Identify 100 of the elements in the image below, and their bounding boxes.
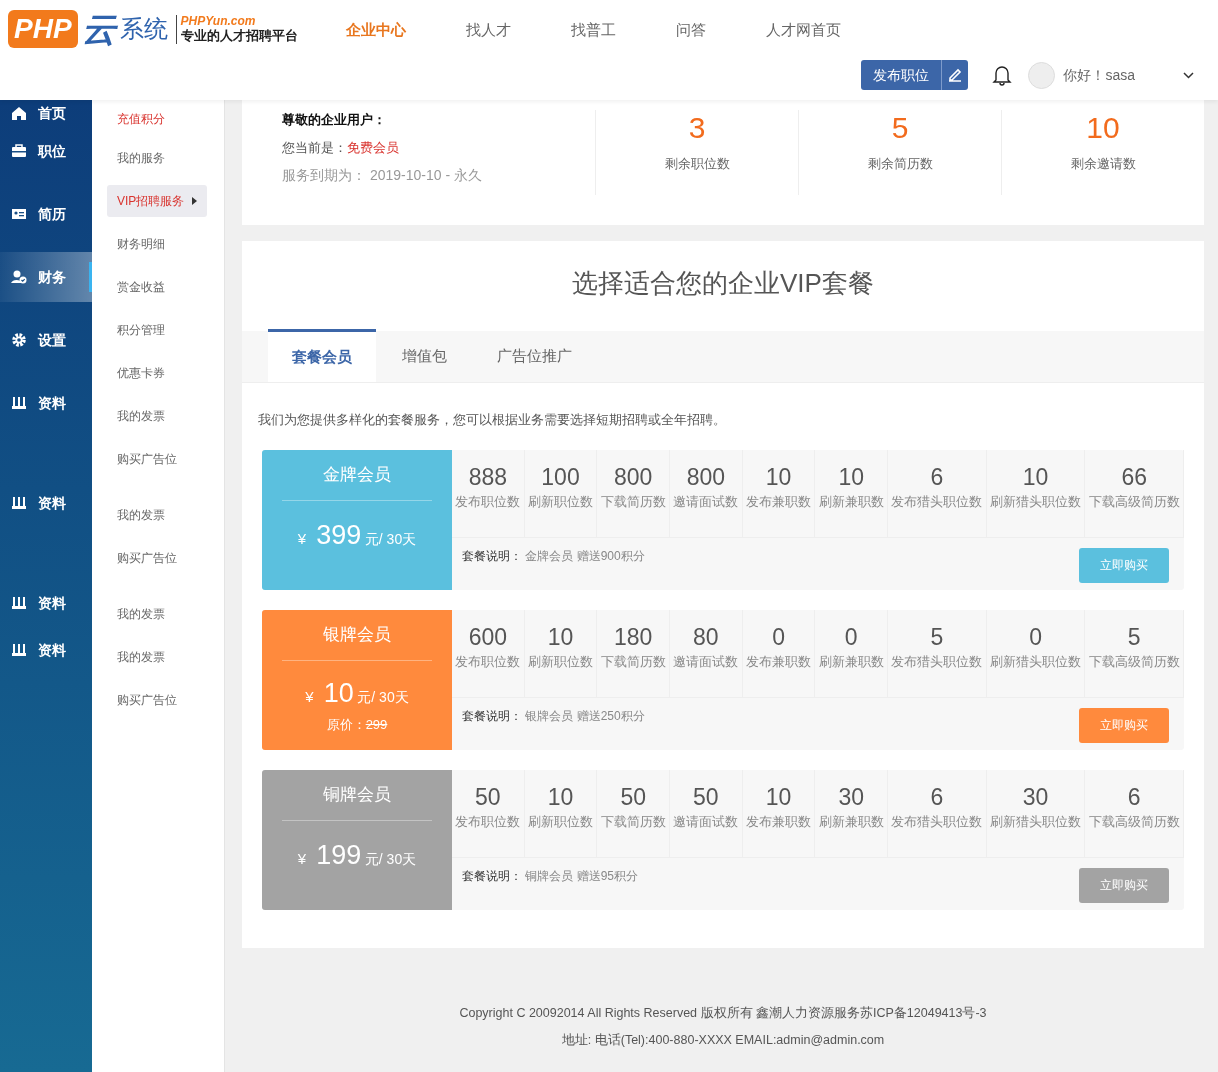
quota-label: 下载简历数 xyxy=(599,813,667,831)
quota-label: 发布职位数 xyxy=(454,653,522,671)
quota-label: 发布职位数 xyxy=(454,493,522,511)
quota-value: 10 xyxy=(764,782,793,812)
stat-value: 3 xyxy=(687,110,707,146)
quota-label: 刷新猎头职位数 xyxy=(989,493,1083,511)
quota-value: 5 xyxy=(1126,622,1142,652)
submenu-item[interactable]: 我的发票 xyxy=(107,498,175,531)
logo-text: 云 xyxy=(81,10,116,48)
sidebar-item[interactable]: 资料 xyxy=(0,478,92,528)
submenu-item[interactable]: 优惠卡券 xyxy=(107,356,175,389)
quota-label: 刷新猎头职位数 xyxy=(989,813,1083,831)
settings-icon xyxy=(10,331,28,349)
quota-label: 刷新猎头职位数 xyxy=(989,653,1083,671)
quota-value: 50 xyxy=(474,782,502,812)
submenu-item[interactable]: 我的发票 xyxy=(107,399,175,432)
quota-label: 下载简历数 xyxy=(599,653,667,671)
quota-label: 刷新职位数 xyxy=(527,813,594,831)
quota-label: 发布猎头职位数 xyxy=(890,653,984,671)
quota-value: 5 xyxy=(929,622,945,652)
quota-value: 6 xyxy=(929,782,945,812)
logo-domain: PHPYun.com xyxy=(180,14,257,28)
logo-tagline: 专业的人才招聘平台 xyxy=(180,27,298,44)
submenu-item[interactable]: 财务明细 xyxy=(107,227,175,260)
quota-value: 888 xyxy=(467,462,508,492)
quota-value: 180 xyxy=(613,622,654,652)
package-name: 金牌会员 xyxy=(282,449,432,501)
user-coin-icon xyxy=(10,268,28,286)
sidebar-item[interactable]: 资料 xyxy=(0,625,92,675)
submenu-item[interactable]: VIP招聘服务 xyxy=(107,184,208,217)
quota-value: 100 xyxy=(540,462,581,492)
package-name: 铜牌会员 xyxy=(282,769,432,821)
submenu-item[interactable]: 我的发票 xyxy=(107,597,175,630)
quota-value: 10 xyxy=(1021,462,1050,492)
tab[interactable]: 广告位推广 xyxy=(473,330,596,382)
quota-value: 30 xyxy=(837,782,865,812)
nav-link[interactable]: 人才网首页 xyxy=(765,18,841,42)
quota-value: 10 xyxy=(837,462,865,492)
bell-icon[interactable] xyxy=(992,64,1013,86)
price-text: ¥ 10 元/ 30天 xyxy=(304,676,410,710)
quota-value: 30 xyxy=(1021,782,1050,812)
quota-label: 发布猎头职位数 xyxy=(890,813,984,831)
tab[interactable]: 套餐会员 xyxy=(268,329,376,382)
nav-link[interactable]: 找普工 xyxy=(570,18,616,42)
submenu-item[interactable]: 我的服务 xyxy=(107,141,175,174)
quota-label: 发布职位数 xyxy=(454,813,522,831)
sidebar-item[interactable]: 简历 xyxy=(0,189,92,239)
logo-mark: PHP xyxy=(8,10,78,48)
submenu-item[interactable]: 充值积分 xyxy=(107,102,175,135)
chevron-down-icon[interactable] xyxy=(1183,71,1194,79)
quota-label: 发布猎头职位数 xyxy=(890,493,984,511)
quota-label: 下载高级简历数 xyxy=(1087,493,1181,511)
nav-link[interactable]: 问答 xyxy=(675,18,706,42)
quota-value: 10 xyxy=(546,622,575,652)
original-price-text: 原价：299 xyxy=(325,716,389,734)
quota-value: 6 xyxy=(929,462,945,492)
sidebar-item[interactable]: 首页 xyxy=(0,100,92,126)
sidebar-item[interactable]: 财务 xyxy=(0,252,92,302)
submenu-item[interactable]: 我的发票 xyxy=(107,640,175,673)
quota-label: 刷新兼职数 xyxy=(817,813,885,831)
quota-label: 邀请面试数 xyxy=(672,813,740,831)
quota-value: 800 xyxy=(685,462,727,492)
sidebar-item[interactable]: 职位 xyxy=(0,126,92,176)
stat-label: 剩余职位数 xyxy=(663,155,731,173)
submenu-item[interactable]: 购买广告位 xyxy=(107,683,187,716)
quota-value: 66 xyxy=(1120,462,1148,492)
quota-value: 800 xyxy=(613,462,654,492)
stat-label: 剩余简历数 xyxy=(866,155,934,173)
sidebar-item[interactable]: 资料 xyxy=(0,578,92,628)
nav-link[interactable]: 找人才 xyxy=(465,18,511,42)
edit-icon xyxy=(947,67,964,83)
quota-label: 下载简历数 xyxy=(599,493,667,511)
section-title: 选择适合您的企业VIP套餐 xyxy=(572,268,874,298)
tab[interactable]: 增值包 xyxy=(378,330,471,382)
expiry-text: 服务到期为： 2019-10-10 - 永久 xyxy=(282,166,483,185)
quota-label: 刷新兼职数 xyxy=(817,653,885,671)
post-job-button[interactable]: 发布职位 xyxy=(861,60,969,90)
quota-value: 10 xyxy=(546,782,575,812)
quota-value: 10 xyxy=(764,462,793,492)
price-text: ¥ 199 元/ 30天 xyxy=(296,838,418,872)
caret-right-icon xyxy=(192,196,198,205)
bars-icon xyxy=(10,594,28,612)
submenu-item[interactable]: 积分管理 xyxy=(107,313,175,346)
copyright-text: Copyright C 20092014 All Rights Reserved 版权所有 鑫潮人力资源服务苏ICP备12049413号-3 xyxy=(458,1005,988,1022)
quota-label: 发布兼职数 xyxy=(745,813,812,831)
quota-label: 刷新兼职数 xyxy=(817,493,885,511)
quota-value: 0 xyxy=(1028,622,1043,652)
package-note: 套餐说明： 铜牌会员 赠送95积分 xyxy=(462,867,639,885)
stat-value: 5 xyxy=(890,110,910,146)
submenu-item[interactable]: 购买广告位 xyxy=(107,541,187,574)
package-note: 套餐说明： 金牌会员 赠送900积分 xyxy=(462,547,645,565)
sidebar-item[interactable]: 资料 xyxy=(0,378,92,428)
sidebar-item[interactable]: 设置 xyxy=(0,315,92,365)
quota-label: 下载高级简历数 xyxy=(1087,653,1181,671)
quota-label: 发布兼职数 xyxy=(745,653,812,671)
quota-label: 刷新职位数 xyxy=(527,493,594,511)
submenu-item[interactable]: 购买广告位 xyxy=(107,442,187,475)
stat-label: 剩余邀请数 xyxy=(1069,155,1137,173)
bars-icon xyxy=(10,494,28,512)
submenu-item[interactable]: 赏金收益 xyxy=(107,270,175,303)
